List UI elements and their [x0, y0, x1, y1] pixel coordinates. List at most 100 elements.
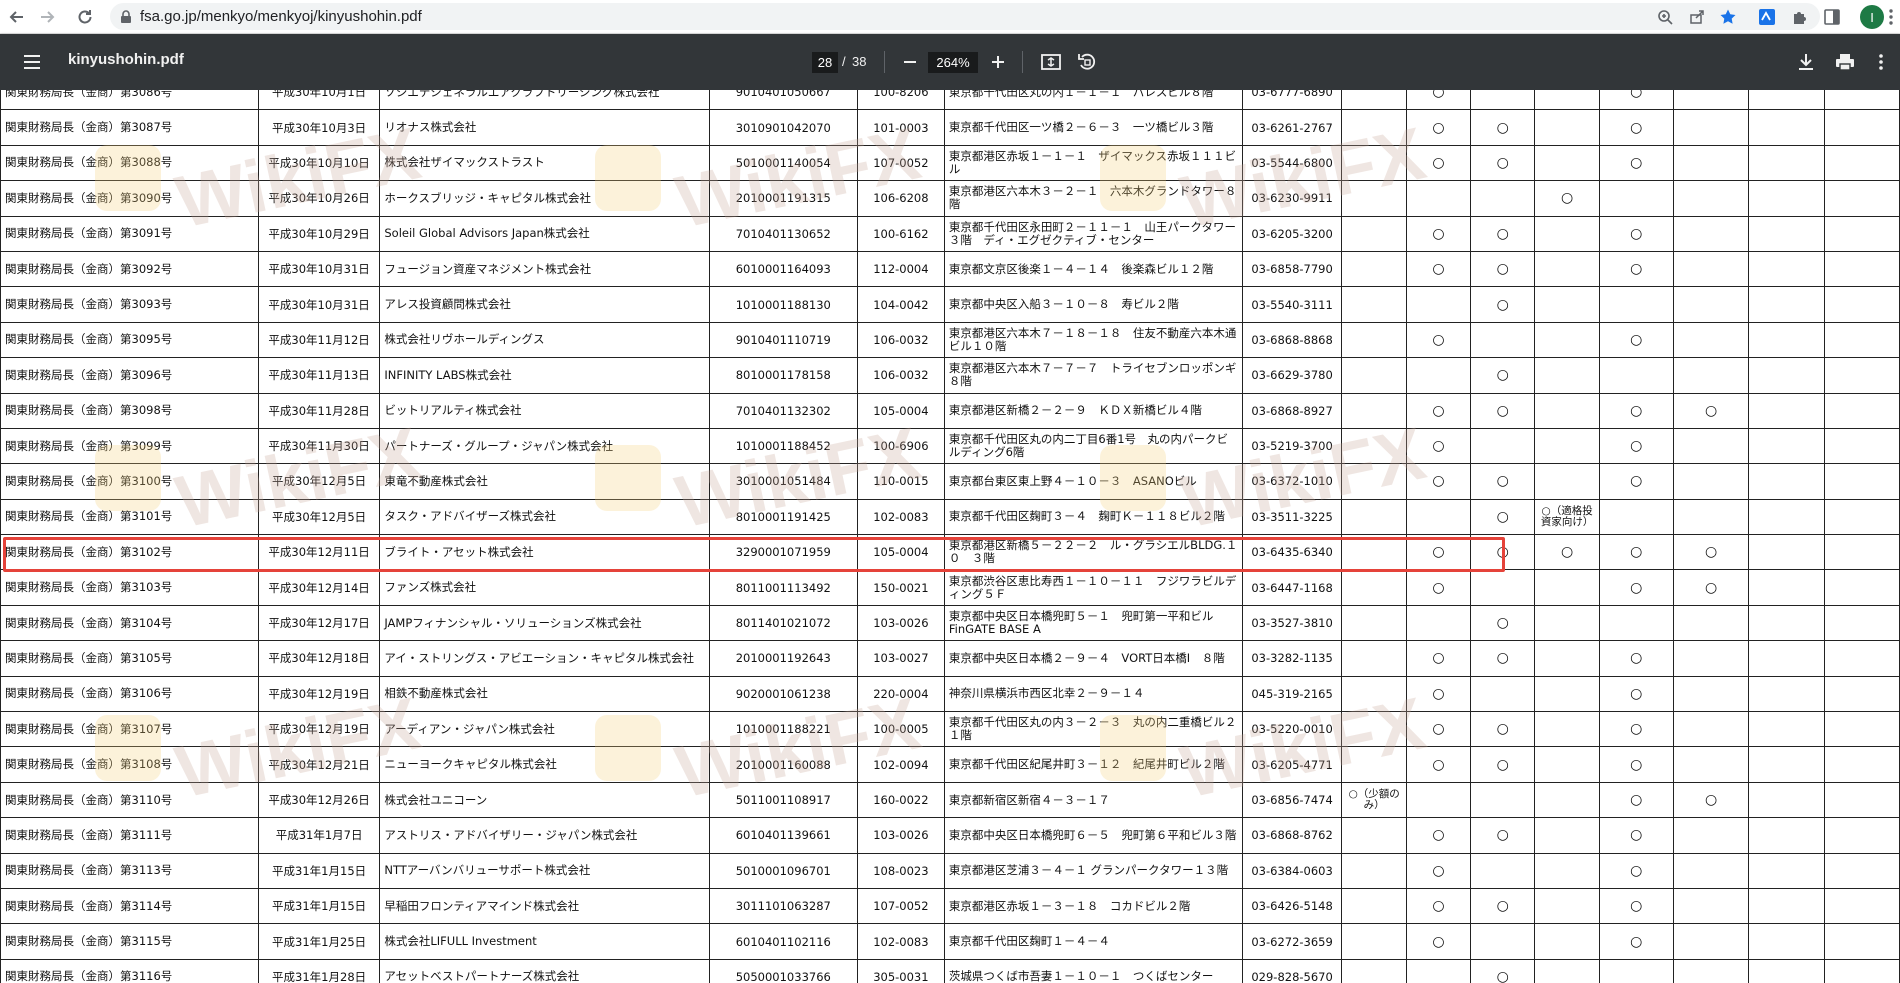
phone-cell: 03-6426-5148	[1241, 887, 1343, 925]
business-type-mark-cell	[1672, 852, 1750, 889]
company-name-cell: パートナーズ・グループ・ジャパン株式会社	[379, 427, 710, 465]
postal-code-cell: 103-0026	[856, 817, 945, 854]
reload-icon[interactable]	[72, 4, 98, 30]
side-panel-icon[interactable]	[1822, 7, 1842, 27]
page-number-input[interactable]: 28	[812, 52, 838, 73]
profile-avatar[interactable]: I	[1860, 5, 1884, 29]
business-type-mark-cell	[1823, 357, 1900, 394]
table-row: 関東財務局長（金商）第3113号 平成31年1月15日 NTTアーバンバリューサポー…	[0, 852, 1900, 889]
business-type-mark-cell: ○	[1405, 923, 1472, 960]
business-type-mark-cell: ○	[1598, 321, 1674, 359]
corporate-number-cell: 5010001140054	[708, 144, 858, 182]
business-type-mark-cell: ○	[1405, 746, 1472, 783]
address-cell: 東京都千代田区永田町２－１１－１ 山王パークタワー３階 ディ・エグゼクティブ・セ…	[943, 215, 1243, 252]
more-actions-icon[interactable]	[1878, 51, 1888, 73]
address-cell: 神奈川県横浜市西区北幸２－９－１４	[943, 675, 1243, 713]
business-type-mark-cell: ○	[1405, 852, 1472, 889]
table-row: 関東財務局長（金商）第3104号 平成30年12月17日 JAMPフィナンシャル・ソ…	[0, 604, 1900, 642]
registration-date-cell: 平成30年10月31日	[257, 250, 381, 288]
browser-menu-icon[interactable]	[1888, 7, 1896, 27]
company-name-cell: ビットリアルティ株式会社	[379, 392, 710, 429]
zoom-in-button[interactable]	[988, 52, 1008, 72]
registration-date-cell: 平成30年11月28日	[257, 392, 381, 429]
company-name-cell: フュージョン資産マネジメント株式会社	[379, 250, 710, 288]
address-cell: 東京都港区新橋２－２－９ ＫＤＸ新橋ビル４階	[943, 392, 1243, 429]
extension-translate-icon[interactable]	[1757, 7, 1777, 27]
business-type-mark-cell	[1341, 180, 1407, 217]
business-type-mark-cell: ○	[1470, 887, 1536, 925]
business-type-mark-cell	[1534, 90, 1600, 111]
business-type-mark-cell: ○	[1405, 711, 1472, 748]
print-icon[interactable]	[1834, 51, 1856, 73]
share-icon[interactable]	[1687, 7, 1707, 27]
zoom-level-input[interactable]: 264%	[928, 52, 978, 73]
registration-date-cell: 平成30年12月5日	[257, 498, 381, 536]
business-type-mark-cell: ○	[1470, 498, 1536, 536]
postal-code-cell: 112-0004	[856, 250, 945, 288]
business-type-mark-cell	[1341, 357, 1407, 394]
business-type-mark-cell: ○	[1470, 392, 1536, 429]
download-icon[interactable]	[1795, 51, 1817, 73]
business-type-mark-cell	[1672, 498, 1750, 536]
table-row: 関東財務局長（金商）第3086号 平成30年10月1日 ソシエテジェネラルエアクラフ…	[0, 90, 1900, 111]
business-type-mark-cell: ○	[1598, 109, 1674, 146]
business-type-mark-cell: ○	[1534, 180, 1600, 217]
corporate-number-cell: 2010001192643	[708, 640, 858, 677]
business-type-mark-cell: ○	[1405, 817, 1472, 854]
company-name-cell: ファンズ株式会社	[379, 569, 710, 606]
registration-number-cell: 関東財務局長（金商）第3093号	[0, 286, 259, 323]
table-row: 関東財務局長（金商）第3106号 平成30年12月19日 相鉄不動産株式会社 9020…	[0, 675, 1900, 713]
registration-date-cell: 平成30年10月1日	[257, 90, 381, 111]
corporate-number-cell: 3290001071959	[708, 534, 858, 571]
business-type-mark-cell: ○	[1405, 321, 1472, 359]
url-text[interactable]: fsa.go.jp/menkyo/menkyoj/kinyushohin.pdf	[140, 8, 422, 25]
postal-code-cell: 104-0042	[856, 286, 945, 323]
address-cell: 東京都中央区日本橋兜町６－５ 兜町第６平和ビル３階	[943, 817, 1243, 854]
business-type-mark-cell	[1672, 321, 1750, 359]
registration-number-cell: 関東財務局長（金商）第3102号	[0, 534, 259, 571]
business-type-mark-cell: ○（適格投資家向け）	[1534, 498, 1600, 536]
postal-code-cell: 102-0083	[856, 923, 945, 960]
registration-number-cell: 関東財務局長（金商）第3106号	[0, 675, 259, 713]
company-name-cell: JAMPフィナンシャル・ソリューションズ株式会社	[379, 604, 710, 642]
forward-icon[interactable]	[34, 4, 60, 30]
business-type-mark-cell: ○	[1405, 640, 1472, 677]
registration-number-cell: 関東財務局長（金商）第3116号	[0, 958, 259, 983]
registration-date-cell: 平成31年1月28日	[257, 958, 381, 983]
pdf-page-viewport[interactable]: 関東財務局長（金商）第3086号 平成30年10月1日 ソシエテジェネラルエアクラフ…	[0, 90, 1900, 983]
business-type-mark-cell	[1748, 817, 1825, 854]
business-type-mark-cell	[1748, 463, 1825, 500]
business-type-mark-cell: ○	[1470, 746, 1536, 783]
fit-to-page-icon[interactable]	[1040, 51, 1062, 73]
address-bar[interactable]: fsa.go.jp/menkyo/menkyoj/kinyushohin.pdf	[110, 3, 1820, 30]
extensions-puzzle-icon[interactable]	[1790, 7, 1810, 27]
corporate-number-cell: 6010401102116	[708, 923, 858, 960]
business-type-mark-cell: ○	[1598, 746, 1674, 783]
business-type-mark-cell: ○	[1470, 640, 1536, 677]
business-type-mark-cell	[1470, 321, 1536, 359]
business-type-mark-cell	[1534, 357, 1600, 394]
site-info-icon[interactable]	[120, 9, 132, 28]
phone-cell: 03-5220-0010	[1241, 711, 1343, 748]
business-type-mark-cell: ○	[1598, 817, 1674, 854]
zoom-icon[interactable]	[1655, 7, 1675, 27]
corporate-number-cell: 9010401110719	[708, 321, 858, 359]
business-type-mark-cell	[1823, 640, 1900, 677]
back-icon[interactable]	[4, 4, 30, 30]
business-type-mark-cell: ○	[1470, 711, 1536, 748]
address-cell: 東京都千代田区麹町１－４－４	[943, 923, 1243, 960]
table-row: 関東財務局長（金商）第3111号 平成31年1月7日 アストリス・アドバイザリー・ジ…	[0, 817, 1900, 854]
table-row: 関東財務局長（金商）第3087号 平成30年10月3日 リオナス株式会社 301090…	[0, 109, 1900, 146]
bookmark-star-icon[interactable]	[1718, 7, 1738, 27]
rotate-icon[interactable]	[1076, 51, 1098, 73]
zoom-out-button[interactable]	[900, 52, 920, 72]
phone-cell: 03-6205-4771	[1241, 746, 1343, 783]
table-row: 関東財務局長（金商）第3107号 平成30年12月19日 アーディアン・ジャパン株式…	[0, 711, 1900, 748]
menu-icon[interactable]	[22, 52, 42, 72]
business-type-mark-cell	[1534, 958, 1600, 983]
business-type-mark-cell	[1748, 250, 1825, 288]
business-type-mark-cell	[1672, 817, 1750, 854]
company-name-cell: 相鉄不動産株式会社	[379, 675, 710, 713]
postal-code-cell: 107-0052	[856, 144, 945, 182]
business-type-mark-cell	[1823, 463, 1900, 500]
